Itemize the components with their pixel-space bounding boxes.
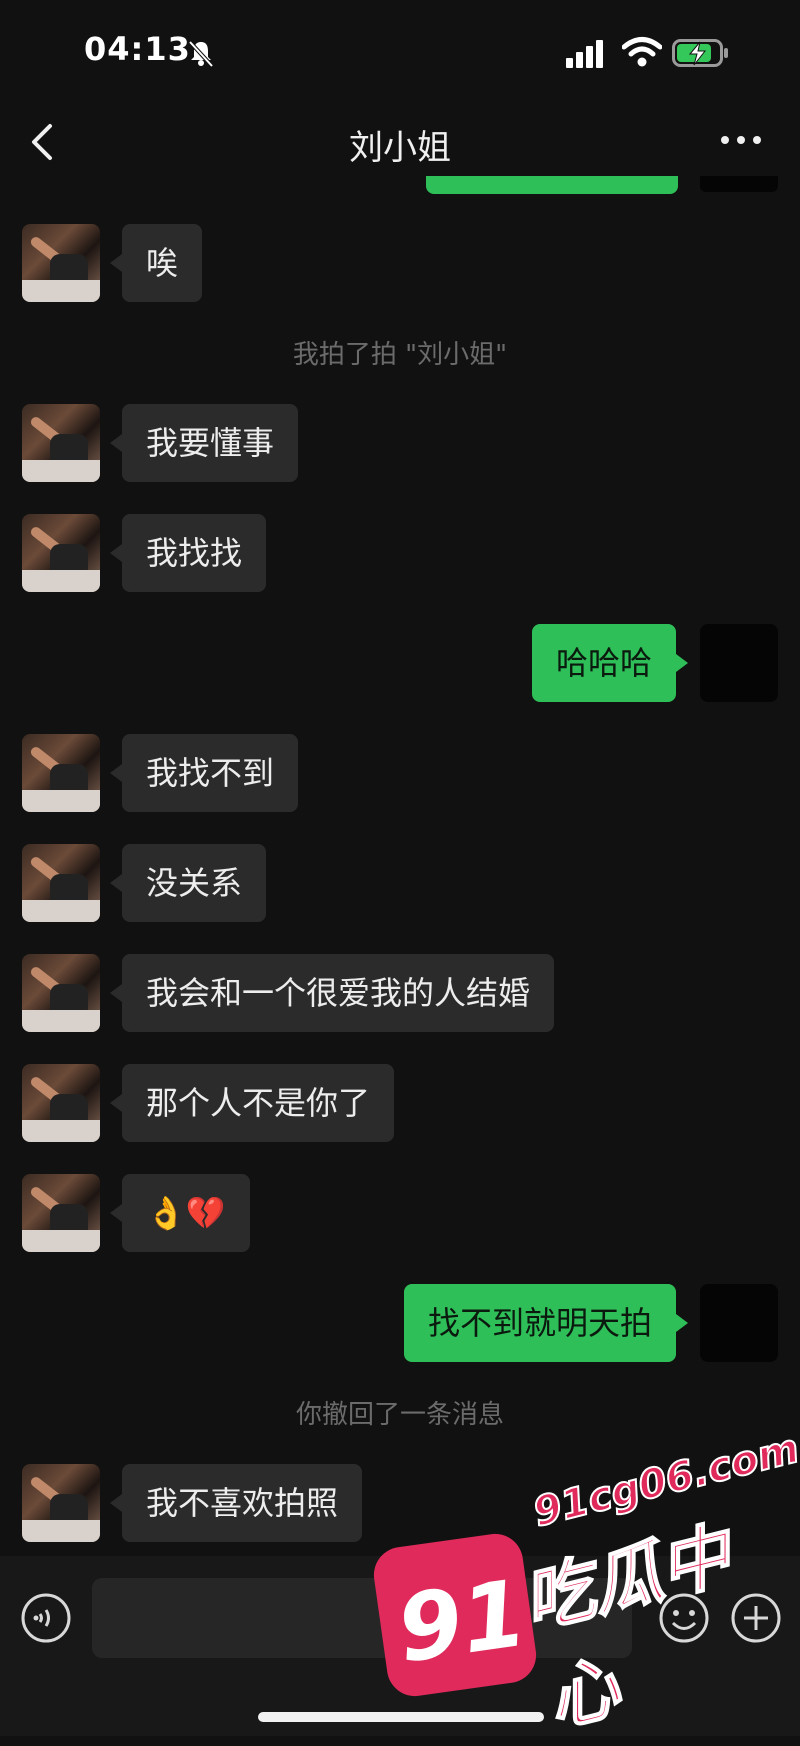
received-message[interactable]: 我要懂事 — [109, 404, 299, 482]
contact-avatar[interactable] — [22, 844, 100, 922]
more-options-icon[interactable] — [718, 128, 764, 152]
received-message[interactable]: 我会和一个很爱我的人结婚 — [109, 954, 555, 1032]
received-message[interactable]: 没关系 — [109, 844, 267, 922]
bell-muted-icon — [188, 40, 214, 68]
contact-avatar[interactable] — [22, 1464, 100, 1542]
contact-avatar[interactable] — [22, 734, 100, 812]
partial-avatar — [700, 176, 778, 192]
chat-title: 刘小姐 — [349, 128, 451, 168]
my-avatar[interactable] — [700, 1284, 778, 1362]
chat-header: 刘小姐 — [0, 100, 800, 190]
sent-message[interactable]: 哈哈哈 — [531, 624, 689, 702]
voice-input-icon[interactable] — [20, 1592, 72, 1644]
received-message[interactable]: 我找找 — [109, 514, 267, 592]
wifi-icon — [622, 37, 662, 67]
received-emoji-message[interactable]: 👌💔 — [110, 1174, 250, 1252]
contact-avatar[interactable] — [22, 224, 100, 302]
received-message[interactable]: 我找不到 — [109, 734, 299, 812]
contact-avatar[interactable] — [22, 404, 100, 482]
contact-avatar[interactable] — [22, 954, 100, 1032]
status-bar: 04:13 — [0, 0, 800, 100]
sent-message[interactable]: 找不到就明天拍 — [403, 1284, 689, 1362]
battery-charging-icon — [672, 39, 728, 67]
watermark: 91 91cg06.com 吃瓜中心 — [370, 1425, 800, 1743]
system-notice: 你撤回了一条消息 — [295, 1400, 504, 1430]
cellular-signal-icon — [566, 40, 603, 68]
system-notice: 我拍了拍 "刘小姐" — [292, 340, 508, 370]
received-message[interactable]: 我不喜欢拍照 — [109, 1464, 363, 1542]
contact-avatar[interactable] — [22, 514, 100, 592]
partial-message-bubble — [426, 176, 678, 194]
status-time: 04:13 — [84, 30, 191, 68]
contact-avatar[interactable] — [22, 1064, 100, 1142]
home-indicator[interactable] — [258, 1712, 544, 1722]
received-message[interactable]: 那个人不是你了 — [109, 1064, 395, 1142]
my-avatar[interactable] — [700, 624, 778, 702]
contact-avatar[interactable] — [22, 1174, 100, 1252]
watermark-number: 91 — [391, 1559, 533, 1684]
received-message[interactable]: 唉 — [109, 224, 203, 302]
